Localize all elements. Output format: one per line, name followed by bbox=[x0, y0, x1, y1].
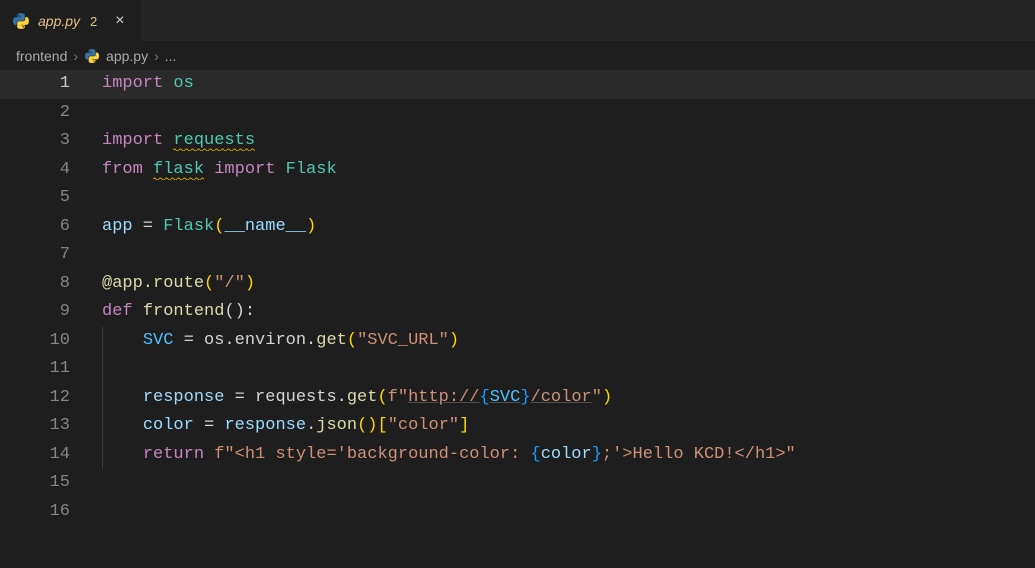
line-number: 5 bbox=[0, 184, 78, 213]
code-content[interactable]: SVC = os.environ.get("SVC_URL") bbox=[78, 327, 459, 356]
close-icon[interactable]: × bbox=[111, 11, 128, 31]
code-content[interactable]: color = response.json()["color"] bbox=[78, 412, 469, 441]
code-content[interactable]: return f"<h1 style='background-color: {c… bbox=[78, 441, 796, 470]
code-line[interactable]: 2 bbox=[0, 99, 1035, 128]
code-content[interactable]: import requests bbox=[78, 127, 255, 156]
code-line[interactable]: 12 response = requests.get(f"http://{SVC… bbox=[0, 384, 1035, 413]
tab-problem-badge: 2 bbox=[90, 14, 97, 29]
breadcrumb-symbol[interactable]: ... bbox=[165, 48, 177, 64]
code-line[interactable]: 4 from flask import Flask bbox=[0, 156, 1035, 185]
line-number: 6 bbox=[0, 213, 78, 242]
line-number: 7 bbox=[0, 241, 78, 270]
code-line[interactable]: 15 bbox=[0, 469, 1035, 498]
python-icon bbox=[84, 48, 100, 64]
tab-bar: app.py 2 × bbox=[0, 0, 1035, 42]
breadcrumb: frontend › app.py › ... bbox=[0, 42, 1035, 70]
code-content[interactable]: @app.route("/") bbox=[78, 270, 255, 299]
tab-filename: app.py bbox=[38, 13, 80, 29]
code-line[interactable]: 14 return f"<h1 style='background-color:… bbox=[0, 441, 1035, 470]
line-number: 13 bbox=[0, 412, 78, 441]
chevron-right-icon: › bbox=[73, 48, 78, 64]
line-number: 9 bbox=[0, 298, 78, 327]
code-line[interactable]: 3 import requests bbox=[0, 127, 1035, 156]
code-content[interactable]: app = Flask(__name__) bbox=[78, 213, 316, 242]
code-line[interactable]: 9 def frontend(): bbox=[0, 298, 1035, 327]
breadcrumb-file[interactable]: app.py bbox=[106, 48, 148, 64]
code-line[interactable]: 10 SVC = os.environ.get("SVC_URL") bbox=[0, 327, 1035, 356]
code-line[interactable]: 13 color = response.json()["color"] bbox=[0, 412, 1035, 441]
breadcrumb-folder[interactable]: frontend bbox=[16, 48, 67, 64]
line-number: 2 bbox=[0, 99, 78, 128]
indent-guide bbox=[102, 384, 103, 413]
line-number: 1 bbox=[0, 70, 78, 99]
line-number: 11 bbox=[0, 355, 78, 384]
code-line[interactable]: 11 bbox=[0, 355, 1035, 384]
code-editor[interactable]: 1 import os 2 3 import requests 4 from f… bbox=[0, 70, 1035, 526]
code-content[interactable]: def frontend(): bbox=[78, 298, 255, 327]
line-number: 10 bbox=[0, 327, 78, 356]
code-content[interactable]: import os bbox=[78, 70, 194, 99]
indent-guide bbox=[102, 355, 103, 384]
line-number: 16 bbox=[0, 498, 78, 527]
code-line[interactable]: 8 @app.route("/") bbox=[0, 270, 1035, 299]
code-line[interactable]: 1 import os bbox=[0, 70, 1035, 99]
indent-guide bbox=[102, 327, 103, 356]
line-number: 3 bbox=[0, 127, 78, 156]
indent-guide bbox=[102, 441, 103, 470]
line-number: 12 bbox=[0, 384, 78, 413]
code-line[interactable]: 6 app = Flask(__name__) bbox=[0, 213, 1035, 242]
line-number: 15 bbox=[0, 469, 78, 498]
code-line[interactable]: 7 bbox=[0, 241, 1035, 270]
code-line[interactable]: 16 bbox=[0, 498, 1035, 527]
line-number: 8 bbox=[0, 270, 78, 299]
line-number: 14 bbox=[0, 441, 78, 470]
code-line[interactable]: 5 bbox=[0, 184, 1035, 213]
chevron-right-icon: › bbox=[154, 48, 159, 64]
indent-guide bbox=[102, 412, 103, 441]
line-number: 4 bbox=[0, 156, 78, 185]
python-icon bbox=[12, 12, 30, 30]
code-content[interactable]: from flask import Flask bbox=[78, 156, 337, 185]
code-content[interactable]: response = requests.get(f"http://{SVC}/c… bbox=[78, 384, 612, 413]
tab-app-py[interactable]: app.py 2 × bbox=[0, 0, 142, 41]
